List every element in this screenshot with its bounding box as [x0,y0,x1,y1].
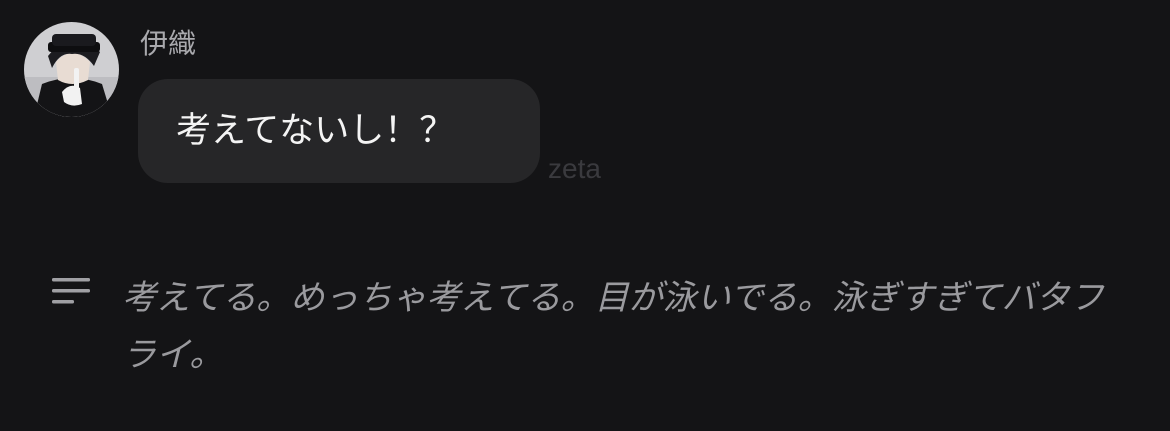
avatar-image [24,22,119,117]
narration-text: 考えてる。めっちゃ考えてる。目が泳いでる。泳ぎすぎてバタフライ。 [122,278,1104,375]
sender-name: 伊織 [140,27,197,60]
message-text: 考えてないし！？ [176,111,455,151]
message-bubble[interactable]: 考えてないし！？ [138,79,540,183]
avatar[interactable] [24,22,119,117]
text-lines-icon [52,278,92,308]
watermark: zeta [548,153,601,184]
